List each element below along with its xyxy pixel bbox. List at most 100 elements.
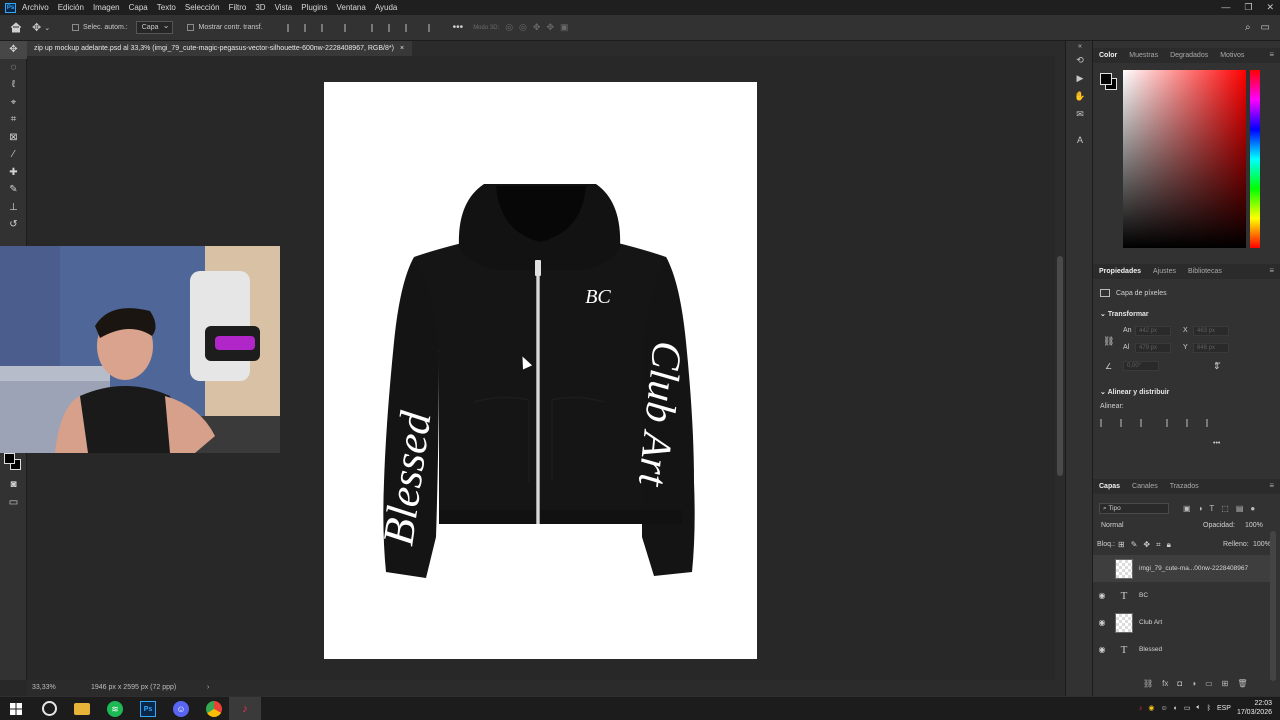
tab-muestras[interactable]: Muestras [1129, 52, 1158, 59]
tray-volume-icon[interactable]: 🔈︎ [1197, 704, 1201, 712]
delete-layer-icon[interactable]: 🗑︎ [1237, 679, 1247, 688]
show-transform-checkbox[interactable]: Mostrar contr. transf. [187, 24, 263, 31]
menu-plugins[interactable]: Plugins [301, 3, 327, 12]
link-dimensions-icon[interactable]: ⛓ [1103, 336, 1114, 347]
hue-slider[interactable] [1250, 70, 1260, 248]
menu-imagen[interactable]: Imagen [93, 3, 120, 12]
new-layer-icon[interactable]: ⊞ [1222, 679, 1229, 688]
props-align-right-icon[interactable] [1140, 419, 1149, 427]
menu-seleccion[interactable]: Selección [185, 3, 220, 12]
history-brush-icon[interactable]: ↺ [0, 216, 27, 234]
healing-brush-icon[interactable]: ✚ [0, 164, 27, 182]
marquee-tool-icon[interactable]: ◌ [0, 59, 27, 77]
menu-edicion[interactable]: Edición [58, 3, 84, 12]
lasso-tool-icon[interactable]: ℓ [0, 76, 27, 94]
tab-canales[interactable]: Canales [1132, 483, 1158, 490]
layers-scrollbar[interactable] [1270, 531, 1276, 681]
restore-icon[interactable]: ❐ [1244, 0, 1252, 15]
glyphs-panel-icon[interactable]: A [1066, 131, 1094, 149]
lock-all-icon[interactable]: 🔒︎ [1167, 540, 1171, 550]
lock-transparency-icon[interactable]: ⊞ [1118, 540, 1125, 550]
discord-icon[interactable]: ☺ [173, 701, 189, 717]
tab-color[interactable]: Color [1099, 52, 1117, 59]
filter-toggle-icon[interactable]: ● [1250, 504, 1255, 513]
search-icon[interactable]: ⌕ [1245, 22, 1251, 33]
menu-3d[interactable]: 3D [255, 3, 265, 12]
align-bottom-icon[interactable] [404, 23, 414, 32]
tab-trazados[interactable]: Trazados [1170, 483, 1199, 490]
menu-filtro[interactable]: Filtro [229, 3, 247, 12]
blend-mode-dropdown[interactable]: Normal [1101, 522, 1124, 529]
brush-tool-icon[interactable]: ✎ [0, 181, 27, 199]
layers-panel-menu-icon[interactable]: ≡ [1269, 481, 1274, 490]
tray-discord-icon[interactable]: ☺ [1161, 705, 1168, 712]
align-right-icon[interactable] [320, 23, 330, 32]
menu-ayuda[interactable]: Ayuda [375, 3, 398, 12]
lock-position-icon[interactable]: ✥ [1143, 540, 1150, 550]
layer-style-icon[interactable]: fx [1162, 679, 1168, 688]
quick-mask-icon[interactable]: ◙ [0, 476, 27, 494]
vertical-scrollbar[interactable] [1055, 56, 1065, 680]
history-panel-icon[interactable]: ⟲ [1066, 51, 1094, 69]
document-tab[interactable]: zip up mockup adelante.psd al 33,3% (img… [27, 41, 413, 56]
tab-bibliotecas[interactable]: Bibliotecas [1188, 268, 1222, 275]
minimize-icon[interactable]: — [1221, 0, 1230, 15]
windows-start-icon[interactable] [8, 701, 24, 717]
filter-pixel-icon[interactable]: ▣ [1183, 504, 1191, 513]
lock-artboard-icon[interactable]: ⌗ [1156, 540, 1161, 550]
auto-select-check-icon[interactable] [72, 24, 79, 31]
crop-tool-icon[interactable]: ⌗ [0, 111, 27, 129]
actions-panel-icon[interactable]: ▶ [1066, 69, 1094, 87]
home-icon[interactable] [0, 22, 32, 33]
menu-capa[interactable]: Capa [129, 3, 148, 12]
layer-row-bc[interactable]: ◉ T BC [1093, 582, 1272, 609]
file-explorer-icon[interactable] [74, 703, 90, 715]
show-transform-check-icon[interactable] [187, 24, 195, 31]
move-tool-preset-icon[interactable]: ✥ ⌄ [32, 21, 66, 34]
foreground-color-swatch[interactable] [4, 453, 15, 464]
filter-adjustment-icon[interactable]: ◑ [1198, 504, 1203, 513]
layer-row-club-art[interactable]: ◉ Club Art [1093, 609, 1272, 636]
tab-motivos[interactable]: Motivos [1220, 52, 1244, 59]
props-align-left-icon[interactable] [1100, 419, 1109, 427]
move-tool-icon[interactable]: ✥ [0, 41, 27, 59]
lock-pixels-icon[interactable]: ✎ [1131, 540, 1138, 550]
color-field-picker[interactable] [1123, 70, 1246, 248]
collapse-panels-icon[interactable]: « [1066, 41, 1094, 51]
tray-network-icon[interactable]: ▭ [1184, 704, 1191, 712]
close-document-icon[interactable]: × [400, 41, 404, 56]
artboard[interactable]: BC Blessed Club Art [324, 82, 757, 659]
color-panel-menu-icon[interactable]: ≡ [1269, 50, 1274, 59]
menu-ventana[interactable]: Ventana [336, 3, 365, 12]
taskbar-clock[interactable]: 22:03 17/03/2026 [1237, 699, 1272, 717]
language-indicator[interactable]: ESP [1217, 705, 1231, 712]
stamp-tool-icon[interactable]: ⊥ [0, 199, 27, 217]
more-options-icon[interactable]: ••• [453, 22, 464, 33]
layer-name[interactable]: imgi_79_cute-ma...00nw-2228408967 [1139, 565, 1248, 572]
layer-row-blessed[interactable]: ◉ T Blessed [1093, 636, 1272, 663]
fill-value[interactable]: 100% [1253, 541, 1271, 548]
close-icon[interactable]: ✕ [1266, 0, 1274, 15]
props-align-hcenter-icon[interactable] [1120, 419, 1129, 427]
align-hcenter-icon[interactable] [303, 23, 313, 32]
zoom-level[interactable]: 33,33% [32, 684, 56, 691]
tiktok-icon[interactable]: ♪ [229, 697, 261, 720]
menu-archivo[interactable]: Archivo [22, 3, 49, 12]
tab-propiedades[interactable]: Propiedades [1099, 268, 1141, 275]
width-field[interactable]: 442 px [1135, 326, 1171, 336]
more-align-options-icon[interactable]: ••• [1213, 440, 1220, 447]
add-mask-icon[interactable]: ◘ [1177, 679, 1182, 688]
menu-vista[interactable]: Vista [275, 3, 293, 12]
link-layers-icon[interactable]: ⛓ [1143, 679, 1153, 688]
workspace-icon[interactable]: ▭ [1261, 22, 1270, 33]
layer-name[interactable]: BC [1139, 592, 1148, 599]
align-top-icon[interactable] [370, 23, 380, 32]
eye-icon[interactable]: ◉ [1093, 645, 1111, 654]
auto-select-dropdown[interactable]: Capa [135, 20, 174, 34]
chrome-icon[interactable] [206, 701, 222, 717]
brush-settings-icon[interactable]: ✋ [1066, 87, 1094, 105]
filter-shape-icon[interactable]: ⬚ [1221, 504, 1229, 513]
tab-capas[interactable]: Capas [1099, 483, 1120, 490]
tray-bluetooth-icon[interactable]: ᛒ [1207, 705, 1211, 712]
layer-filter-dropdown[interactable]: ⌕ Tipo [1099, 503, 1169, 514]
